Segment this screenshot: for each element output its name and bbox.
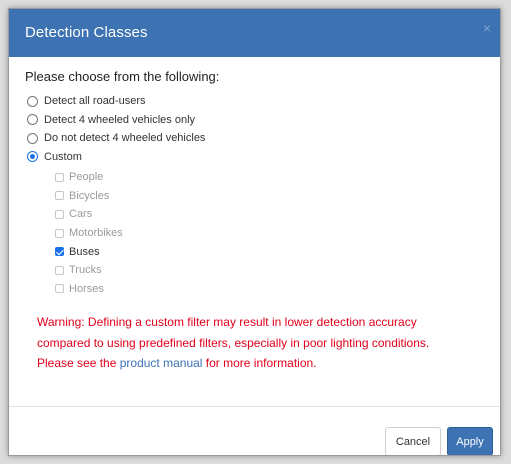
- custom-filter-warning: Warning: Defining a custom filter may re…: [25, 312, 484, 374]
- mode-radio-group: Detect all road-users Detect 4 wheeled v…: [25, 92, 484, 166]
- radio-label: Detect all road-users: [44, 95, 146, 108]
- checkbox[interactable]: [55, 284, 64, 294]
- checkbox-horses[interactable]: Horses: [25, 280, 484, 299]
- checkbox[interactable]: [55, 228, 64, 238]
- radio-option-all-road-users[interactable]: Detect all road-users: [25, 92, 484, 111]
- dialog-title: Detection Classes: [25, 24, 148, 41]
- apply-button[interactable]: Apply: [447, 427, 493, 455]
- checkbox-label: Trucks: [69, 264, 102, 277]
- checkbox-bicycles[interactable]: Bicycles: [25, 187, 484, 206]
- radio-label: Do not detect 4 wheeled vehicles: [44, 132, 206, 145]
- warning-line: compared to using predefined filters, es…: [37, 335, 430, 350]
- dialog-footer: Cancel Apply: [9, 406, 500, 455]
- checkbox-label: Horses: [69, 282, 104, 295]
- warning-text: for more information.: [202, 356, 317, 371]
- detection-classes-dialog: Detection Classes × Please choose from t…: [8, 8, 501, 456]
- checkbox-buses[interactable]: Buses: [25, 242, 484, 261]
- custom-class-list: People Bicycles Cars Motorbikes Buses Tr…: [25, 168, 484, 298]
- checkbox[interactable]: [55, 191, 64, 201]
- radio-button[interactable]: [27, 132, 38, 144]
- checkbox-label: Bicycles: [69, 189, 110, 202]
- dialog-header: Detection Classes ×: [9, 9, 500, 57]
- checkbox-label: People: [69, 171, 104, 184]
- choose-prompt: Please choose from the following:: [25, 69, 220, 84]
- radio-option-custom[interactable]: Custom: [25, 148, 484, 167]
- checkbox-label: Motorbikes: [69, 227, 123, 240]
- warning-text: Please see the: [37, 356, 120, 371]
- checkbox-trucks[interactable]: Trucks: [25, 261, 484, 280]
- radio-option-4-wheeled-only[interactable]: Detect 4 wheeled vehicles only: [25, 111, 484, 130]
- dialog-body: Please choose from the following: Detect…: [25, 69, 484, 374]
- checkbox-motorbikes[interactable]: Motorbikes: [25, 224, 484, 243]
- checkbox[interactable]: [55, 172, 64, 182]
- radio-option-no-4-wheeled[interactable]: Do not detect 4 wheeled vehicles: [25, 129, 484, 148]
- close-icon[interactable]: ×: [480, 21, 494, 35]
- checkbox-checked[interactable]: [55, 247, 64, 257]
- checkbox[interactable]: [55, 265, 64, 275]
- radio-button[interactable]: [27, 114, 38, 126]
- checkbox-people[interactable]: People: [25, 168, 484, 187]
- radio-label: Custom: [44, 150, 82, 163]
- cancel-button[interactable]: Cancel: [385, 427, 441, 455]
- product-manual-link[interactable]: product manual: [120, 356, 203, 370]
- radio-button-selected[interactable]: [27, 151, 38, 163]
- checkbox-cars[interactable]: Cars: [25, 205, 484, 224]
- checkbox-label: Cars: [69, 208, 93, 221]
- radio-label: Detect 4 wheeled vehicles only: [44, 113, 196, 126]
- checkbox[interactable]: [55, 209, 64, 219]
- checkbox-label: Buses: [69, 245, 100, 258]
- warning-line: Warning: Defining a custom filter may re…: [37, 315, 417, 330]
- radio-button[interactable]: [27, 95, 38, 107]
- warning-line: Please see the product manual for more i…: [37, 353, 484, 374]
